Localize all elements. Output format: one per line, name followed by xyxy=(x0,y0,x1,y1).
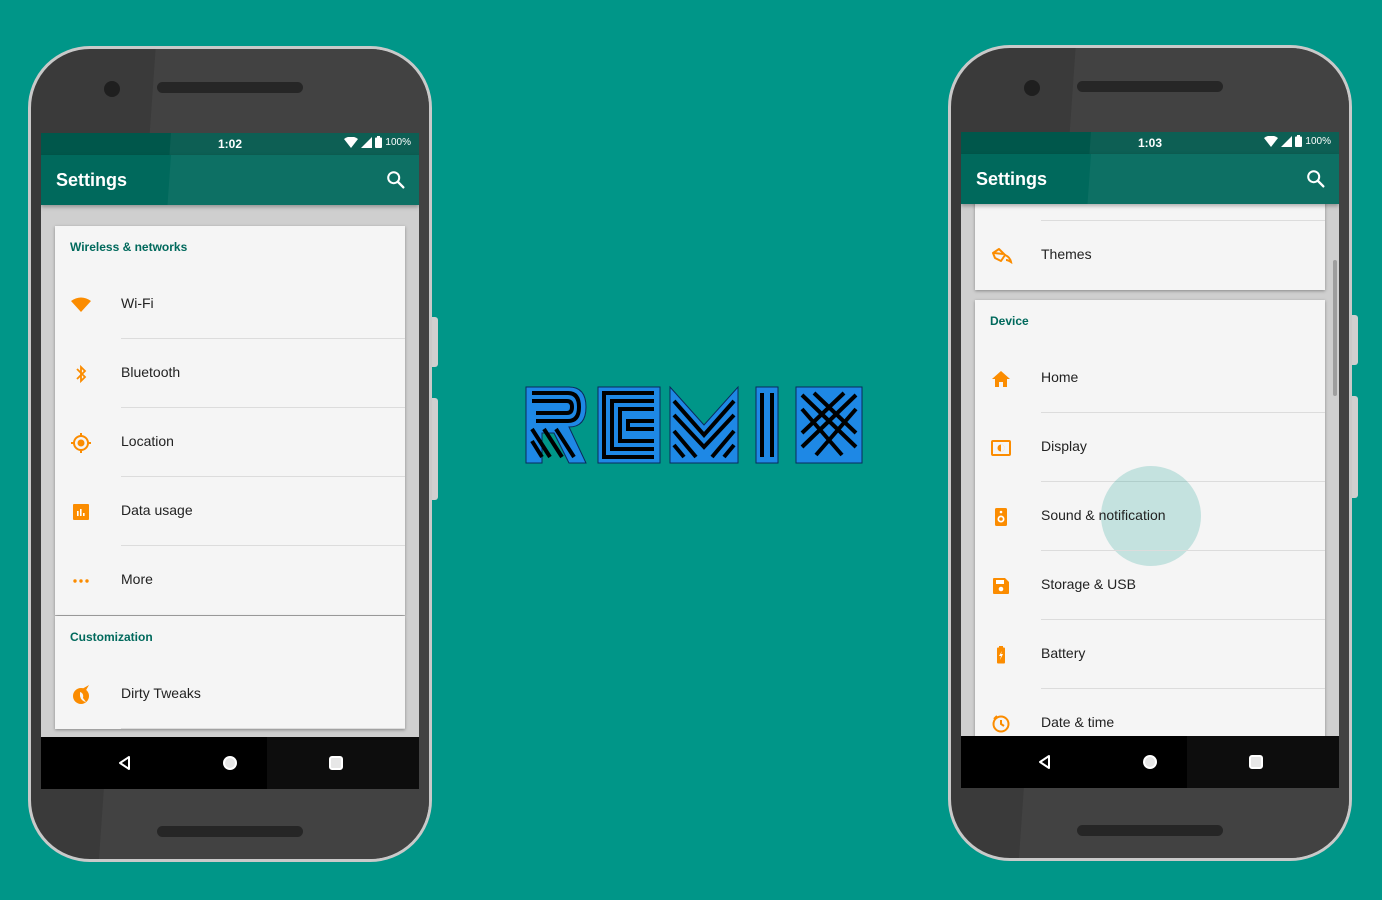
remix-logo xyxy=(525,385,863,464)
scrollbar[interactable] xyxy=(1333,260,1337,396)
section-header: Device xyxy=(990,314,1029,328)
setting-label: Bluetooth xyxy=(121,364,181,380)
battery-status-icon xyxy=(1295,135,1303,147)
screen: 1:02 100% Settings Wireless & networks W… xyxy=(41,133,419,789)
section-wireless-networks: Wireless & networks Wi-Fi Bluetooth Loca… xyxy=(55,226,405,615)
page-title: Settings xyxy=(976,169,1048,189)
setting-themes[interactable]: Themes xyxy=(975,221,1325,290)
speaker-icon xyxy=(995,508,1007,526)
search-icon[interactable] xyxy=(1305,168,1327,190)
battery-icon xyxy=(997,646,1005,664)
setting-date-time[interactable]: Date & time xyxy=(975,689,1325,736)
setting-label: Themes xyxy=(1041,246,1092,262)
bluetooth-icon xyxy=(76,364,87,384)
logo-letter-e xyxy=(597,386,661,464)
power-button xyxy=(432,317,438,367)
recents-icon[interactable] xyxy=(326,753,346,773)
page-title: Settings xyxy=(56,170,128,190)
clock-icon xyxy=(992,715,1010,733)
back-icon[interactable] xyxy=(1035,752,1055,772)
setting-sound-notification[interactable]: Sound & notification xyxy=(975,466,1325,566)
section-customization: Customization Dirty Tweaks xyxy=(55,616,405,729)
home-nav-icon[interactable] xyxy=(220,753,240,773)
front-camera xyxy=(1024,80,1040,96)
setting-label: Date & time xyxy=(1041,714,1115,730)
bottom-speaker xyxy=(1077,825,1223,836)
setting-storage-usb[interactable]: Storage & USB xyxy=(975,551,1325,620)
volume-button xyxy=(432,398,438,500)
back-icon[interactable] xyxy=(115,753,135,773)
search-icon[interactable] xyxy=(385,169,407,191)
section-header: Customization xyxy=(70,630,153,644)
setting-data-usage[interactable]: Data usage xyxy=(55,477,405,546)
signal-icon xyxy=(1281,135,1293,147)
status-bar: 1:03 100% xyxy=(961,132,1339,154)
battery-percent: 100% xyxy=(1305,135,1331,147)
wifi-icon xyxy=(71,297,91,312)
setting-label: Data usage xyxy=(121,502,193,518)
setting-dirty-tweaks[interactable]: Dirty Tweaks xyxy=(55,660,405,729)
setting-label: Wi-Fi xyxy=(121,295,154,311)
logo-letter-i xyxy=(755,386,779,464)
wifi-status-icon xyxy=(1264,135,1279,147)
themes-icon xyxy=(992,248,1013,265)
display-icon xyxy=(991,440,1011,456)
app-bar: Settings xyxy=(41,155,419,205)
screen: 1:03 100% Settings Themes Device Home Di… xyxy=(961,132,1339,788)
phone-left: 1:02 100% Settings Wireless & networks W… xyxy=(28,46,432,862)
logo-letter-x xyxy=(795,386,863,464)
setting-label: Location xyxy=(121,433,174,449)
settings-list: Themes Device Home Display Sound & notif… xyxy=(961,204,1339,736)
setting-label: Dirty Tweaks xyxy=(121,685,201,701)
setting-label: Storage & USB xyxy=(1041,576,1136,592)
phone-right: 1:03 100% Settings Themes Device Home Di… xyxy=(948,45,1352,861)
navigation-bar xyxy=(961,736,1339,788)
setting-label: Sound & notification xyxy=(1041,507,1166,523)
battery-status-icon xyxy=(375,136,383,148)
logo-letter-r xyxy=(525,386,587,464)
logo-letter-m xyxy=(669,385,739,464)
status-bar: 1:02 100% xyxy=(41,133,419,155)
storage-icon xyxy=(993,578,1009,594)
setting-label: More xyxy=(121,571,153,587)
battery-percent: 100% xyxy=(385,136,411,148)
power-button xyxy=(1352,315,1358,365)
signal-icon xyxy=(361,136,373,148)
more-icon xyxy=(73,579,89,583)
home-icon xyxy=(992,371,1010,387)
section-device: Device Home Display Sound & notification xyxy=(975,300,1325,736)
front-camera xyxy=(104,81,120,97)
setting-label: Home xyxy=(1041,369,1079,385)
section-personal: Themes xyxy=(975,204,1325,290)
setting-more[interactable]: More xyxy=(55,546,405,615)
earpiece-speaker xyxy=(1077,81,1223,92)
data-usage-icon xyxy=(73,504,89,520)
bottom-speaker xyxy=(157,826,303,837)
volume-button xyxy=(1352,396,1358,498)
wifi-status-icon xyxy=(344,136,359,148)
setting-battery[interactable]: Battery xyxy=(975,620,1325,689)
home-nav-icon[interactable] xyxy=(1140,752,1160,772)
setting-location[interactable]: Location xyxy=(55,408,405,477)
setting-wifi[interactable]: Wi-Fi xyxy=(55,270,405,339)
setting-bluetooth[interactable]: Bluetooth xyxy=(55,339,405,408)
section-header: Wireless & networks xyxy=(70,240,188,254)
unicorn-icon xyxy=(73,685,89,704)
location-icon xyxy=(71,433,91,453)
setting-label: Battery xyxy=(1041,645,1086,661)
recents-icon[interactable] xyxy=(1246,752,1266,772)
earpiece-speaker xyxy=(157,82,303,93)
navigation-bar xyxy=(41,737,419,789)
app-bar: Settings xyxy=(961,154,1339,204)
setting-label: Display xyxy=(1041,438,1087,454)
settings-list: Wireless & networks Wi-Fi Bluetooth Loca… xyxy=(41,205,419,737)
setting-home[interactable]: Home xyxy=(975,344,1325,413)
